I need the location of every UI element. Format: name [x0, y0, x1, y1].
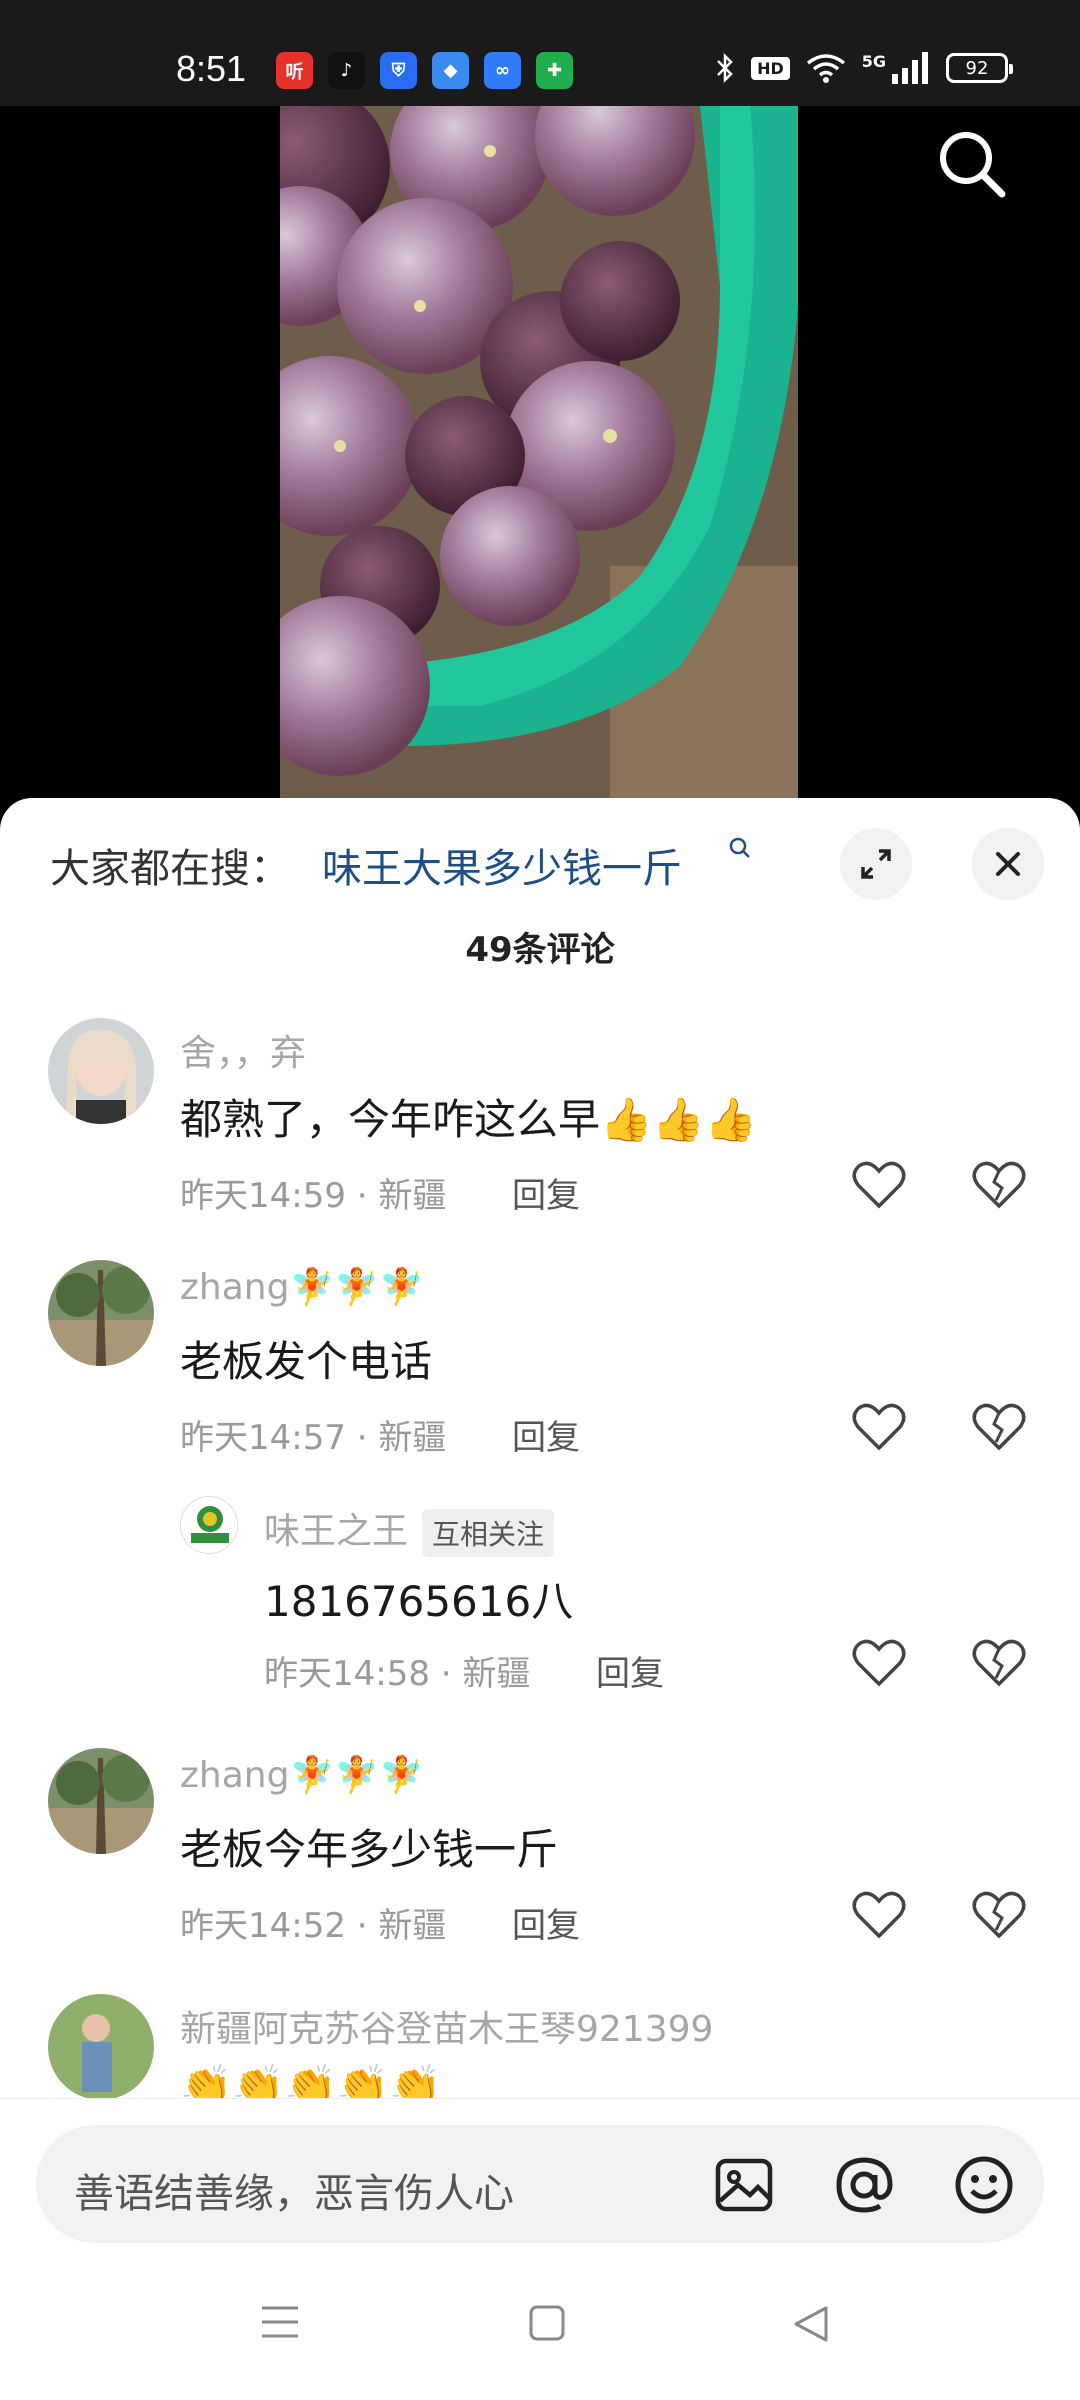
- like-heart-icon[interactable]: [852, 1890, 906, 1940]
- comment-text: 都熟了，今年咋这么早👍👍👍: [180, 1095, 757, 1144]
- close-icon: [996, 852, 1020, 876]
- mention-icon[interactable]: [832, 2153, 896, 2217]
- battery-icon: 92: [946, 53, 1013, 83]
- dislike-broken-heart-icon[interactable]: [972, 1890, 1026, 1940]
- avatar[interactable]: [180, 1496, 238, 1554]
- reply-comment-item: 味王之王 互相关注 1816765616八 昨天14:58 · 新疆 回复: [0, 1496, 1080, 1726]
- comment-item: zhang🧚🧚🧚 老板发个电话 昨天14:57 · 新疆 回复: [0, 1260, 1080, 1490]
- mutual-follow-badge: 互相关注: [422, 1509, 555, 1557]
- video-player[interactable]: [0, 106, 1080, 806]
- comment-item: 舍，，弃 都熟了，今年咋这么早👍👍👍 昨天14:59 · 新疆 回复: [0, 1018, 1080, 1248]
- status-indicators: HD 5G 92: [715, 51, 1013, 84]
- comment-meta: 昨天14:52 · 新疆: [180, 1906, 447, 1946]
- comment-text: 老板发个电话: [180, 1337, 433, 1386]
- wifi-icon: [806, 54, 845, 83]
- comment-text: 1816765616八: [264, 1577, 574, 1626]
- reply-button[interactable]: 回复: [512, 1410, 580, 1459]
- comment-item: zhang🧚🧚🧚 老板今年多少钱一斤 昨天14:52 · 新疆 回复: [0, 1748, 1080, 1978]
- fruit-video-image: [280, 106, 798, 806]
- link-app-icon: ∞: [484, 52, 521, 89]
- reply-button[interactable]: 回复: [596, 1646, 664, 1695]
- like-heart-icon[interactable]: [852, 1160, 906, 1210]
- dislike-broken-heart-icon[interactable]: [972, 1638, 1026, 1688]
- dislike-broken-heart-icon[interactable]: [972, 1160, 1026, 1210]
- comment-username[interactable]: 新疆阿克苏谷登苗木王琴921399: [180, 2000, 713, 2052]
- blue-square-app-icon: ◆: [432, 52, 469, 89]
- expand-button[interactable]: [840, 828, 912, 900]
- avatar[interactable]: [48, 1994, 154, 2100]
- comment-username-text: 味王之王: [264, 1511, 409, 1552]
- battery-level: 92: [965, 57, 989, 79]
- search-hint-label: 大家都在搜：: [50, 846, 290, 892]
- comment-input[interactable]: 善语结善缘，恶言伤人心: [36, 2125, 1044, 2243]
- reply-button[interactable]: 回复: [512, 1168, 580, 1217]
- screen: 8:51 听 ♪ ⛨ ◆ ∞ ✚ HD 5G 92 大家都在搜： 味王大果多少钱…: [0, 0, 1080, 2400]
- comment-meta: 昨天14:57 · 新疆: [180, 1418, 447, 1458]
- search-hint-query-link[interactable]: 味王大果多少钱一斤: [322, 836, 682, 894]
- search-button[interactable]: [934, 126, 1010, 202]
- comment-input-bar: 善语结善缘，恶言伤人心: [0, 2098, 1080, 2248]
- comment-input-placeholder: 善语结善缘，恶言伤人心: [74, 2171, 514, 2217]
- video-frame[interactable]: [280, 106, 798, 806]
- like-heart-icon[interactable]: [852, 1638, 906, 1688]
- comment-text: 老板今年多少钱一斤: [180, 1825, 559, 1874]
- search-small-icon: [729, 837, 750, 858]
- signal-icon: [892, 52, 928, 84]
- comment-item: 新疆阿克苏谷登苗木王琴921399 👏👏👏👏👏: [0, 1994, 1080, 2104]
- douyin-app-icon: ♪: [328, 52, 365, 89]
- avatar[interactable]: [48, 1018, 154, 1124]
- comment-meta: 昨天14:58 · 新疆: [264, 1654, 531, 1694]
- close-button[interactable]: [972, 828, 1044, 900]
- comment-username[interactable]: zhang🧚🧚🧚: [180, 1754, 424, 1796]
- security-app-icon: ✚: [536, 52, 573, 89]
- reply-button[interactable]: 回复: [512, 1898, 580, 1947]
- image-icon[interactable]: [712, 2153, 776, 2217]
- like-heart-icon[interactable]: [852, 1402, 906, 1452]
- system-nav-bar: [0, 2248, 1080, 2400]
- notification-app-icons: 听 ♪ ⛨ ◆ ∞ ✚: [276, 52, 573, 89]
- comment-sheet-header: 大家都在搜： 味王大果多少钱一斤: [0, 798, 1080, 928]
- dislike-broken-heart-icon[interactable]: [972, 1402, 1026, 1452]
- status-bar: 8:51 听 ♪ ⛨ ◆ ∞ ✚ HD 5G 92: [0, 0, 1080, 106]
- avatar[interactable]: [48, 1748, 154, 1854]
- network-label: 5G: [861, 51, 886, 71]
- comment-username[interactable]: 味王之王 互相关注: [264, 1502, 555, 1557]
- comment-username[interactable]: 舍，，弃: [180, 1024, 306, 1076]
- expand-icon: [861, 849, 891, 879]
- bluetooth-icon: [717, 52, 733, 84]
- comment-username[interactable]: zhang🧚🧚🧚: [180, 1266, 424, 1308]
- search-icon: [940, 132, 1006, 198]
- emoji-icon[interactable]: [952, 2153, 1016, 2217]
- comment-meta: 昨天14:59 · 新疆: [180, 1176, 447, 1216]
- comment-count: 49条评论: [465, 930, 615, 970]
- hd-icon: HD: [751, 56, 790, 80]
- home-nav-icon[interactable]: [528, 2304, 566, 2342]
- shield-app-icon: ⛨: [380, 52, 417, 89]
- status-time: 8:51: [176, 48, 247, 89]
- menu-nav-icon[interactable]: [260, 2304, 300, 2340]
- ting-app-icon: 听: [276, 52, 313, 89]
- back-nav-icon[interactable]: [792, 2304, 830, 2344]
- avatar[interactable]: [48, 1260, 154, 1366]
